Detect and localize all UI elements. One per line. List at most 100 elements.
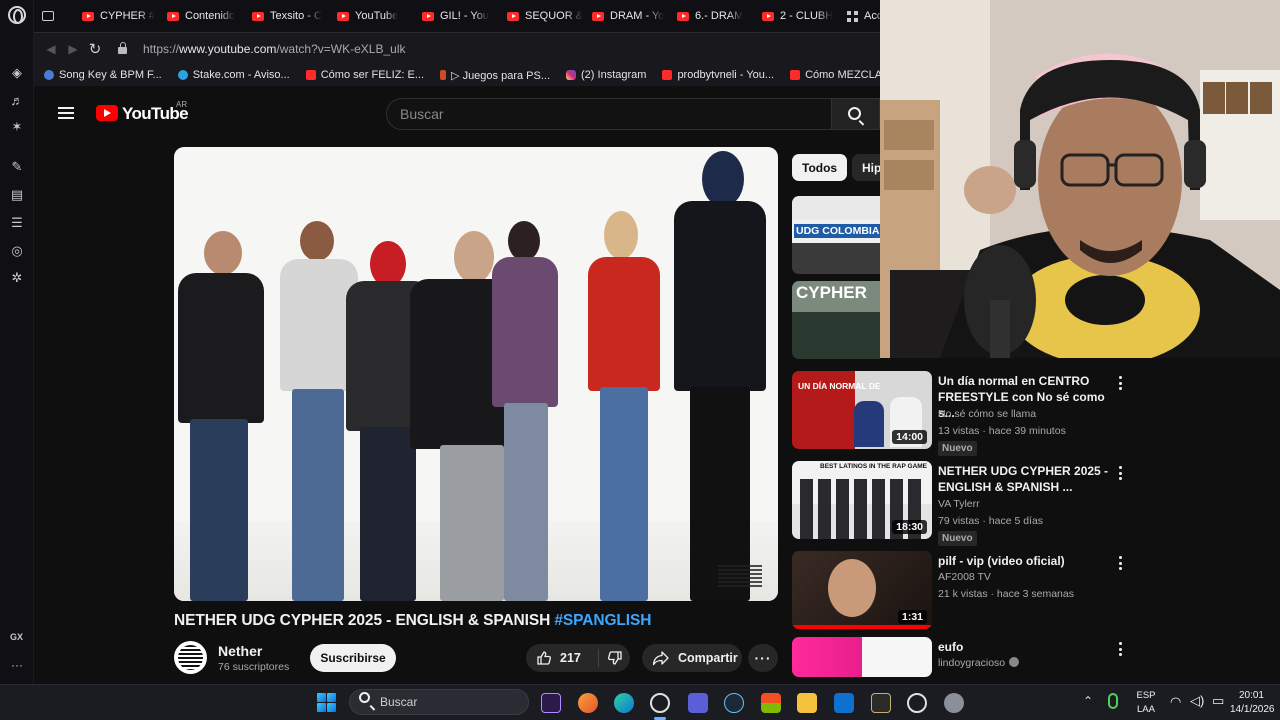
sidebar-more-icon[interactable]: ··· bbox=[11, 658, 23, 672]
history-icon[interactable]: ☰ bbox=[8, 214, 26, 232]
recommendation-item[interactable]: eufo lindoygracioso bbox=[792, 637, 1142, 677]
bookmark[interactable]: Song Key & BPM F... bbox=[34, 69, 170, 81]
tray-overflow-icon[interactable]: ⌃ bbox=[1083, 694, 1093, 708]
country-code: AR bbox=[176, 100, 188, 109]
gx-label[interactable]: GX bbox=[10, 632, 23, 642]
tab[interactable]: Contenido bbox=[159, 0, 244, 32]
forward-button[interactable]: ▶ bbox=[62, 38, 84, 60]
recommendation-title[interactable]: pilf - vip (video oficial) bbox=[938, 553, 1113, 569]
tab[interactable]: Acc bbox=[839, 0, 880, 32]
mods-icon[interactable]: ✶ bbox=[8, 118, 26, 136]
volume-icon[interactable]: ◁) bbox=[1190, 693, 1204, 709]
tab[interactable]: Texsito - C bbox=[244, 0, 329, 32]
kebab-menu-icon[interactable] bbox=[1115, 375, 1125, 391]
wifi-icon[interactable]: ◠ bbox=[1170, 694, 1181, 710]
hamburger-menu-icon[interactable] bbox=[58, 107, 74, 119]
recommendation-channel[interactable]: lindoygracioso bbox=[938, 657, 1020, 669]
music-player-icon[interactable]: ♬ bbox=[8, 91, 26, 109]
tab-label: Texsito - C bbox=[270, 10, 322, 22]
back-button[interactable]: ◀ bbox=[40, 38, 62, 60]
recommendation-channel[interactable]: No sé cómo se llama bbox=[938, 408, 1036, 420]
tab-manager[interactable] bbox=[34, 0, 74, 32]
bookmarks-icon[interactable]: ▤ bbox=[8, 186, 26, 204]
channel-name[interactable]: Nether bbox=[218, 643, 262, 659]
recommendation-thumbnail[interactable]: UDG COLOMBIA CYP bbox=[792, 196, 880, 274]
bookmark[interactable]: Stake.com - Aviso... bbox=[170, 69, 298, 81]
youtube-logo-icon[interactable] bbox=[96, 105, 118, 121]
recommendation-item[interactable]: BEST LATINOS IN THE RAP GAME 18:30 NETHE… bbox=[792, 461, 1142, 546]
windows-start-icon[interactable] bbox=[317, 693, 336, 712]
recommendation-thumbnail[interactable]: UN DÍA NORMAL DE 14:00 bbox=[792, 371, 932, 449]
bookmark[interactable]: Cómo MEZCLAR T bbox=[782, 69, 880, 81]
outlook-icon[interactable] bbox=[834, 693, 854, 713]
recommendation-channel[interactable]: AF2008 TV bbox=[938, 571, 991, 583]
recommendation-thumbnail[interactable] bbox=[792, 637, 932, 677]
gx-control-icon[interactable]: ◎ bbox=[8, 242, 26, 260]
recommendation-title[interactable]: NETHER UDG CYPHER 2025 - ENGLISH & SPANI… bbox=[938, 463, 1113, 495]
kebab-menu-icon[interactable] bbox=[1115, 465, 1125, 481]
edge-icon[interactable] bbox=[614, 693, 634, 713]
call-of-duty-icon[interactable] bbox=[871, 693, 891, 713]
tab-active[interactable]: YouTube bbox=[329, 0, 414, 32]
recommendation-title[interactable]: eufo bbox=[938, 639, 1113, 655]
tab-label: Contenido bbox=[185, 10, 236, 22]
crypto-wallet-icon[interactable]: ◈ bbox=[8, 64, 26, 82]
windows-taskbar: Buscar ⌃ ESP LAA ◠ ◁) ▭ 20:01 14/1/2026 bbox=[0, 684, 1280, 720]
recommendation-item[interactable]: 1:31 pilf - vip (video oficial) AF2008 T… bbox=[792, 551, 1142, 631]
recommendation-thumbnail[interactable]: 1:31 bbox=[792, 551, 932, 629]
url-host: www.youtube.com bbox=[179, 41, 277, 56]
grid-icon bbox=[847, 10, 858, 22]
recommendation-thumbnail[interactable]: BEST LATINOS IN THE RAP GAME 18:30 bbox=[792, 461, 932, 539]
more-actions-button[interactable]: ··· bbox=[748, 644, 778, 672]
channel-avatar[interactable] bbox=[174, 641, 207, 674]
notes-icon[interactable] bbox=[688, 693, 708, 713]
bookmark[interactable]: ▷ Juegos para PS... bbox=[432, 69, 558, 82]
tab[interactable]: DRAM - Yo bbox=[584, 0, 669, 32]
taskbar-search-input[interactable]: Buscar bbox=[349, 689, 529, 715]
chip-todos[interactable]: Todos bbox=[792, 154, 848, 181]
recommendation-meta: 21 k vistas · hace 3 semanas bbox=[938, 588, 1074, 600]
language-indicator[interactable]: ESP LAA bbox=[1134, 689, 1158, 717]
recommendation-item[interactable]: UN DÍA NORMAL DE 14:00 Un día normal en … bbox=[792, 371, 1142, 456]
video-duration: 14:00 bbox=[892, 430, 927, 444]
kebab-menu-icon[interactable] bbox=[1115, 641, 1125, 657]
opera-logo-icon[interactable] bbox=[8, 6, 26, 24]
tab-label: SEQUOR & bbox=[525, 10, 584, 22]
tab[interactable]: 2 - CLUBH bbox=[754, 0, 839, 32]
recommendation-thumbnail[interactable]: CYPHER bbox=[792, 281, 880, 359]
search-input[interactable]: Buscar bbox=[386, 98, 832, 130]
steam-icon[interactable] bbox=[724, 693, 744, 713]
tab[interactable]: SEQUOR & bbox=[499, 0, 584, 32]
microphone-icon[interactable] bbox=[1108, 693, 1118, 709]
clock[interactable]: 20:01 14/1/2026 bbox=[1230, 689, 1275, 717]
bookmark[interactable]: (2) Instagram bbox=[558, 69, 654, 81]
bookmark[interactable]: Cómo ser FELIZ: E... bbox=[298, 69, 432, 81]
battery-icon[interactable]: ▭ bbox=[1212, 693, 1224, 709]
fl-studio-icon[interactable] bbox=[578, 693, 598, 713]
kebab-menu-icon[interactable] bbox=[1115, 555, 1125, 571]
search-button[interactable] bbox=[832, 98, 880, 130]
reload-button[interactable]: ↻ bbox=[84, 38, 106, 60]
obs-icon[interactable] bbox=[907, 693, 927, 713]
bookmark[interactable]: prodbytvneli - You... bbox=[654, 69, 782, 81]
video-player[interactable] bbox=[174, 147, 778, 601]
settings-gear-icon[interactable] bbox=[944, 693, 964, 713]
premiere-icon[interactable] bbox=[541, 693, 561, 713]
file-explorer-icon[interactable] bbox=[797, 693, 817, 713]
store-icon[interactable] bbox=[761, 693, 781, 713]
settings-icon[interactable]: ✲ bbox=[8, 269, 26, 287]
url-field[interactable]: https://www.youtube.com/watch?v=WK-eXLB_… bbox=[143, 42, 405, 56]
recommendation-channel[interactable]: VA Tylerr bbox=[938, 498, 980, 510]
like-button[interactable]: 217 bbox=[526, 644, 596, 672]
tab[interactable]: CYPHER # bbox=[74, 0, 159, 32]
twitch-icon[interactable]: ✎ bbox=[8, 158, 26, 176]
dislike-button[interactable] bbox=[600, 644, 630, 672]
tab[interactable]: 6.- DRAM bbox=[669, 0, 754, 32]
opera-gx-icon[interactable] bbox=[650, 693, 670, 713]
share-button[interactable]: Compartir bbox=[642, 644, 742, 672]
tab[interactable]: GIL! - You bbox=[414, 0, 499, 32]
hashtag-link[interactable]: #SPANGLISH bbox=[554, 612, 651, 629]
tab-label: GIL! - You bbox=[440, 10, 489, 22]
subscribe-button[interactable]: Suscribirse bbox=[310, 644, 396, 672]
new-badge: Nuevo bbox=[938, 531, 977, 546]
